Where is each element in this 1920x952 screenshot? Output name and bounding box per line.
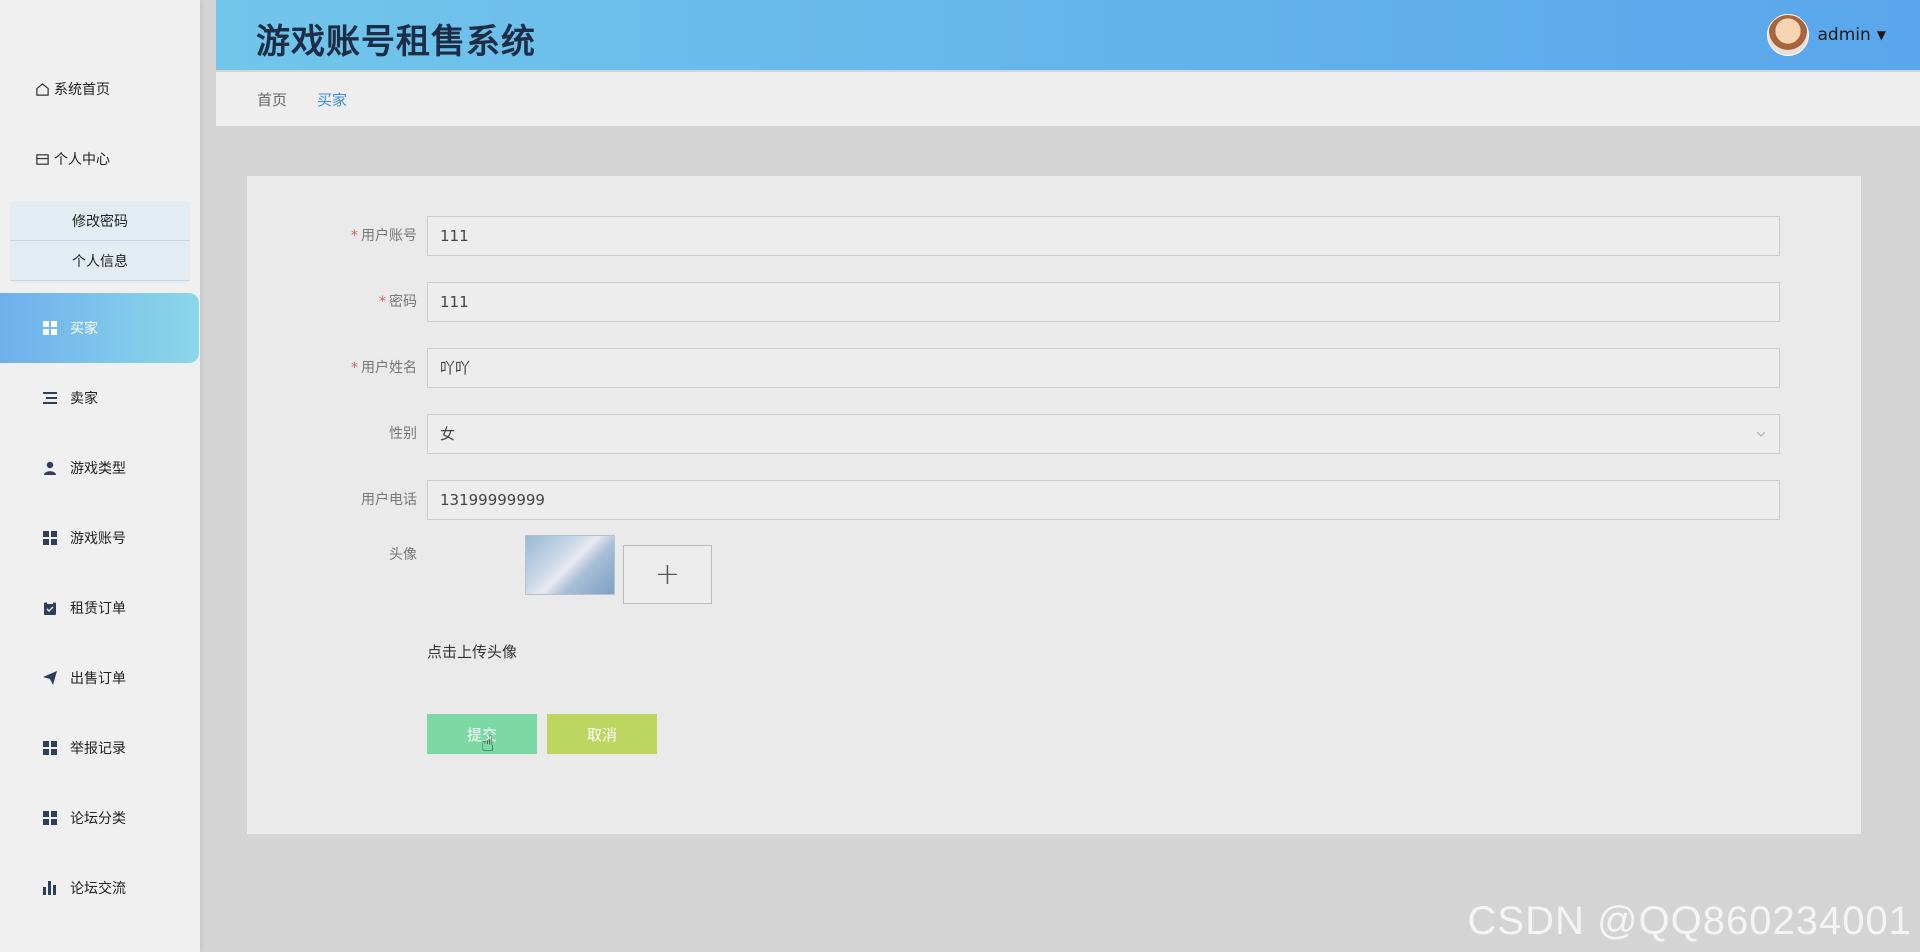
user-name[interactable]: admin [1817,25,1870,45]
grid-icon [42,810,58,826]
avatar-preview-image[interactable] [525,535,615,595]
grid-icon [42,530,58,546]
name-input[interactable]: 吖吖 [427,348,1780,388]
form-row-avatar: 头像 [247,535,1861,575]
gender-select[interactable]: 女 [427,414,1780,454]
form-row-password: * 密码 111 [247,282,1861,322]
user-icon [42,460,58,476]
upload-hint: 点击上传头像 [427,643,518,661]
user-menu[interactable]: admin ▼ [1767,14,1886,56]
buyer-form-panel: * 用户账号 111 * 密码 111 * 用户姓名 吖吖 性别 女 用户电话 131… [247,176,1861,834]
avatar[interactable] [1767,14,1810,56]
sidebar-item-home[interactable]: 系统首页 [0,54,200,124]
account-label: * 用户账号 [351,228,417,244]
sidebar-item-label: 租赁订单 [70,601,126,617]
grid-icon [42,740,58,756]
required-mark: * [351,360,358,376]
account-input[interactable]: 111 [427,216,1780,256]
plus-icon: + [654,557,681,592]
submenu-item-change-password[interactable]: 修改密码 [10,201,190,241]
sidebar-item-label: 论坛交流 [70,881,126,897]
list-icon [42,390,58,406]
avatar-upload-button[interactable]: + [623,545,712,604]
sidebar-item-label: 论坛分类 [70,811,126,827]
breadcrumb-home[interactable]: 首页 [257,89,287,110]
top-header: 游戏账号租售系统 admin ▼ [216,0,1920,70]
password-label: * 密码 [379,294,417,310]
required-mark: * [379,294,386,310]
required-mark: * [351,228,358,244]
sidebar-item-label: 游戏账号 [70,531,126,547]
sidebar: 系统首页 个人中心 修改密码 个人信息 买家 卖家 游戏类型 游戏账号 租赁订单… [0,0,200,952]
breadcrumb-current: 买家 [317,90,348,109]
password-input[interactable]: 111 [427,282,1780,322]
phone-input[interactable]: 13199999999 [427,480,1780,520]
grid-icon [42,320,58,336]
sidebar-item-personal-center[interactable]: 个人中心 [0,124,200,194]
gender-label: 性别 [389,426,417,442]
bar-chart-icon [42,880,58,896]
form-row-name: * 用户姓名 吖吖 [247,348,1861,388]
sidebar-item-label: 买家 [70,321,98,337]
clipboard-icon [42,600,58,616]
chevron-down-icon [1755,415,1767,468]
home-icon [34,81,50,97]
sidebar-item-label: 出售订单 [70,671,126,687]
sidebar-item-label: 系统首页 [54,82,110,98]
sidebar-item-label: 卖家 [70,391,98,407]
sidebar-item-buyer[interactable]: 买家 [0,293,199,363]
send-icon [42,670,58,686]
avatar-label: 头像 [389,547,417,563]
caret-down-icon[interactable]: ▼ [1877,28,1886,42]
card-icon [34,151,50,167]
cancel-button[interactable]: 取消 [547,714,657,754]
sidebar-item-label: 个人中心 [54,152,110,168]
gender-select-value: 女 [440,425,456,443]
form-row-phone: 用户电话 13199999999 [247,480,1861,520]
submenu-item-personal-info[interactable]: 个人信息 [10,241,190,281]
sidebar-item-game-account[interactable]: 游戏账号 [0,503,200,573]
sidebar-item-label: 举报记录 [70,741,126,757]
sidebar-item-label: 游戏类型 [70,461,126,477]
sidebar-item-seller[interactable]: 卖家 [0,363,200,433]
breadcrumb: 首页 买家 [216,72,1920,126]
form-row-account: * 用户账号 111 [247,216,1861,256]
name-label: * 用户姓名 [351,360,417,376]
app-title: 游戏账号租售系统 [256,22,536,62]
form-row-gender: 性别 女 [247,414,1861,454]
sidebar-item-sale-orders[interactable]: 出售订单 [0,643,200,713]
sidebar-item-rental-orders[interactable]: 租赁订单 [0,573,200,643]
sidebar-item-forum-category[interactable]: 论坛分类 [0,783,200,853]
sidebar-item-forum-exchange[interactable]: 论坛交流 [0,853,200,923]
personal-submenu: 修改密码 个人信息 [10,201,190,283]
phone-label: 用户电话 [361,492,417,508]
hand-cursor-icon: ☝ [481,732,495,757]
sidebar-item-game-type[interactable]: 游戏类型 [0,433,200,503]
watermark: CSDN @QQ860234001 [1467,899,1912,943]
sidebar-item-report-records[interactable]: 举报记录 [0,713,200,783]
